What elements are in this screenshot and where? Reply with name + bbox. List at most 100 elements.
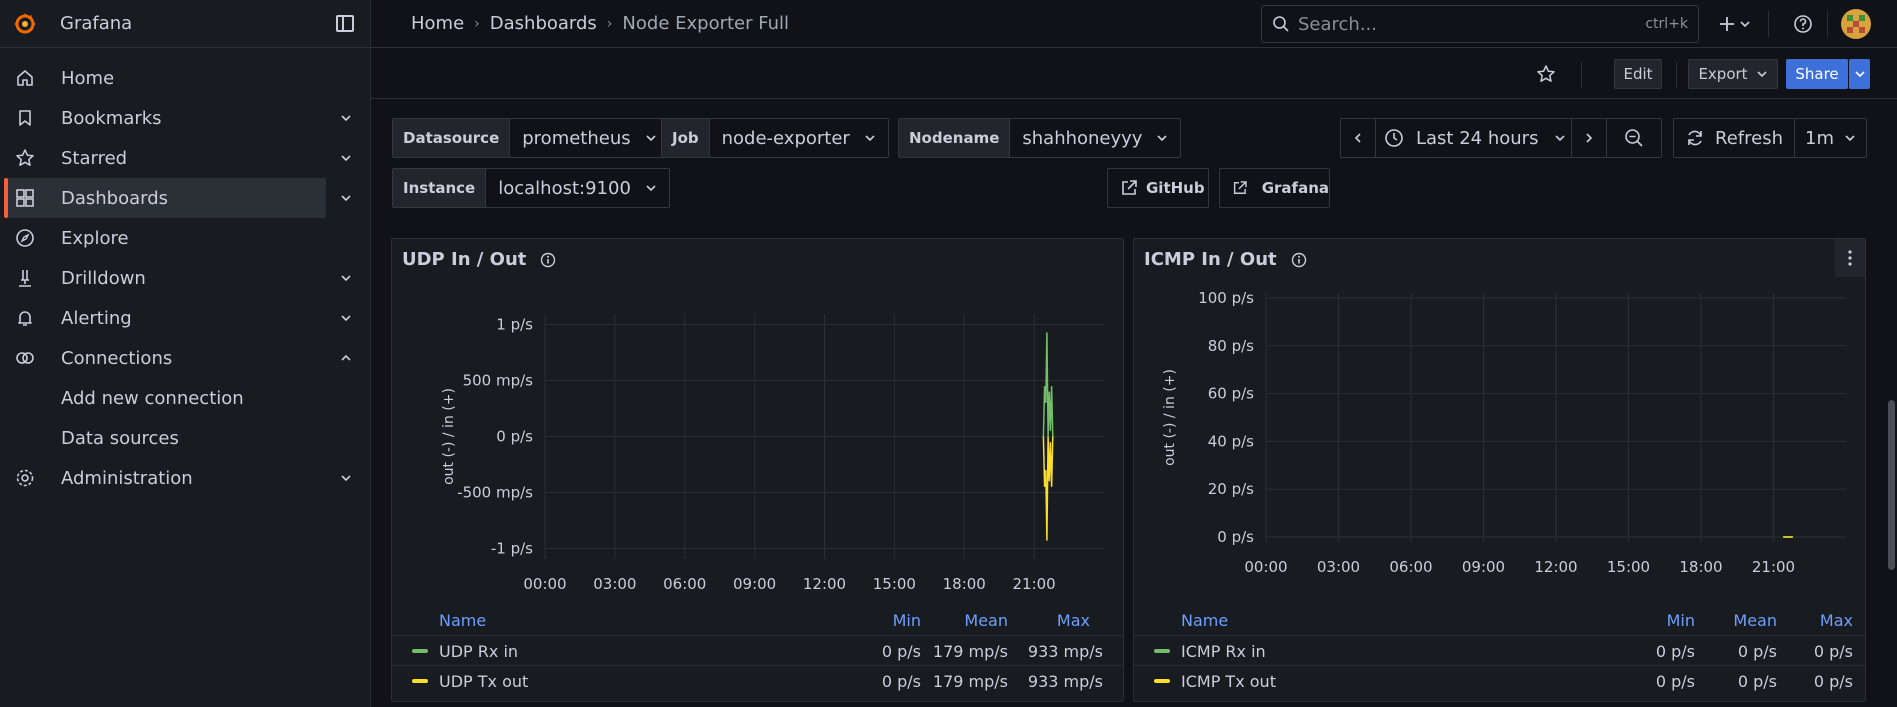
y-tick-label: 80 p/s (1208, 337, 1254, 355)
variable-label: Job (662, 119, 710, 157)
legend-col-name[interactable]: Name (439, 611, 486, 630)
info-icon[interactable] (540, 252, 556, 268)
legend-col-max[interactable]: Max (1057, 611, 1090, 630)
y-tick-label: 60 p/s (1208, 385, 1254, 403)
zoom-out-button[interactable] (1607, 119, 1661, 157)
chevron-down-icon[interactable] (339, 471, 353, 485)
sidebar-item-connections[interactable]: Connections (0, 338, 371, 378)
breadcrumb-dashboards[interactable]: Dashboards (490, 13, 597, 34)
chevron-left-icon (1354, 133, 1361, 143)
legend-series-name: UDP Rx in (439, 642, 519, 661)
variable-instance[interactable]: Instance localhost:9100 (392, 168, 670, 208)
sidebar-item-drilldown[interactable]: Drilldown (0, 258, 371, 298)
chevron-down-icon[interactable] (339, 271, 353, 285)
page-scrollbar[interactable] (1888, 400, 1895, 570)
legend-min: 0 p/s (1655, 642, 1695, 661)
variable-value-text: node-exporter (721, 127, 850, 149)
x-tick-label: 00:00 (1244, 558, 1287, 576)
variable-value[interactable]: shahhoneyyy (1010, 119, 1180, 157)
avatar[interactable] (1841, 9, 1871, 39)
help-icon[interactable] (1793, 14, 1813, 34)
panel-title: ICMP In / Out (1144, 249, 1307, 270)
share-button[interactable]: Share (1786, 59, 1848, 89)
legend-col-name[interactable]: Name (1181, 611, 1228, 630)
legend-col-mean[interactable]: Mean (964, 611, 1008, 630)
panel-icmp[interactable]: ICMP In / Out 100 p/s 80 p/s 60 p/s 40 p/s 2… (1133, 238, 1866, 702)
toolbar-divider (1827, 11, 1828, 37)
panel-menu-button[interactable] (1835, 239, 1865, 277)
sidebar-item-add-new-connection[interactable]: Add new connection (0, 378, 371, 418)
info-icon[interactable] (1291, 252, 1307, 268)
star-icon[interactable] (1536, 64, 1556, 84)
top-bar: Home › Dashboards › Node Exporter Full S… (371, 0, 1897, 48)
variable-label: Datasource (393, 119, 511, 157)
variable-value[interactable]: prometheus (510, 119, 668, 157)
edit-button[interactable]: Edit (1614, 59, 1662, 89)
legend-row[interactable]: UDP Tx out 0 p/s 179 mp/s 933 mp/s (392, 665, 1123, 695)
sidebar-item-label: Drilldown (61, 267, 146, 289)
chevron-down-icon[interactable] (339, 311, 353, 325)
legend-col-max[interactable]: Max (1820, 611, 1853, 630)
chevron-down-icon[interactable] (339, 151, 353, 165)
legend-col-min[interactable]: Min (893, 611, 921, 630)
refresh-button[interactable]: Refresh (1674, 119, 1795, 157)
sidebar-item-home[interactable]: Home (0, 58, 371, 98)
grafana-logo-icon[interactable] (12, 11, 38, 37)
sidebar-item-label: Starred (61, 147, 128, 169)
grafana-link[interactable]: Grafana (1219, 168, 1330, 208)
sidebar: Grafana Home Bookmarks Starred Dashboard… (0, 0, 371, 707)
toolbar-divider (1676, 62, 1677, 88)
new-plus-icon[interactable] (1719, 14, 1753, 34)
grafana-link-label: Grafana (1261, 179, 1329, 197)
variable-nodename[interactable]: Nodename shahhoneyyy (898, 118, 1182, 158)
search-input[interactable]: Search... ctrl+k (1261, 5, 1699, 43)
y-axis-label: out (-) / in (+) (1162, 369, 1178, 466)
sidebar-item-administration[interactable]: Administration (0, 458, 371, 498)
search-placeholder: Search... (1298, 13, 1378, 35)
legend-row[interactable]: ICMP Rx in 0 p/s 0 p/s 0 p/s (1134, 635, 1865, 665)
y-tick-label: 0 p/s (1217, 528, 1254, 546)
sidebar-item-bookmarks[interactable]: Bookmarks (0, 98, 371, 138)
chevron-up-icon[interactable] (339, 351, 353, 365)
legend-col-mean[interactable]: Mean (1733, 611, 1777, 630)
sidebar-item-dashboards[interactable]: Dashboards (4, 178, 351, 218)
sidebar-item-explore[interactable]: Explore (0, 218, 371, 258)
home-icon (15, 68, 35, 88)
bell-icon (15, 308, 35, 328)
variable-datasource[interactable]: Datasource prometheus (392, 118, 670, 158)
compass-icon (15, 228, 35, 248)
variable-job[interactable]: Job node-exporter (661, 118, 889, 158)
sidebar-item-alerting[interactable]: Alerting (0, 298, 371, 338)
share-options-button[interactable] (1849, 59, 1870, 89)
legend-row[interactable]: UDP Rx in 0 p/s 179 mp/s 933 mp/s (392, 635, 1123, 665)
legend-col-min[interactable]: Min (1667, 611, 1695, 630)
search-icon (1273, 16, 1289, 32)
sidebar-item-data-sources[interactable]: Data sources (0, 418, 371, 458)
udp-chart[interactable]: 1 p/s 500 mp/s 0 p/s -500 mp/s -1 p/s 00:00 03… (392, 279, 1125, 604)
chevron-down-icon[interactable] (339, 111, 353, 125)
export-button[interactable]: Export (1688, 59, 1778, 89)
variable-value-text: shahhoneyyy (1022, 127, 1143, 149)
time-range-button[interactable]: Last 24 hours (1376, 119, 1572, 157)
y-tick-label: 20 p/s (1208, 480, 1254, 498)
sidebar-item-starred[interactable]: Starred (0, 138, 371, 178)
variable-value[interactable]: node-exporter (710, 119, 888, 157)
github-link[interactable]: GitHub (1107, 168, 1209, 208)
chevron-down-icon[interactable] (339, 191, 353, 205)
time-picker: Last 24 hours (1340, 118, 1662, 158)
time-forward-button[interactable] (1572, 119, 1607, 157)
breadcrumb-separator-icon: › (606, 15, 613, 32)
chevron-down-icon (1555, 135, 1566, 142)
avatar-pattern-icon (1847, 15, 1865, 33)
refresh-interval-select[interactable]: 1m (1795, 119, 1866, 157)
time-back-button[interactable] (1341, 119, 1376, 157)
panel-udp[interactable]: UDP In / Out 1 p/s 500 mp/s 0 p/s -500 mp/s… (391, 238, 1124, 702)
sidebar-item-label: Explore (61, 227, 129, 249)
legend-row[interactable]: ICMP Tx out 0 p/s 0 p/s 0 p/s (1134, 665, 1865, 695)
variable-value[interactable]: localhost:9100 (486, 169, 669, 207)
variable-value-text: prometheus (522, 127, 631, 149)
star-icon (15, 148, 35, 168)
dock-menu-icon[interactable] (336, 15, 354, 32)
breadcrumb-home[interactable]: Home (411, 13, 464, 34)
icmp-chart[interactable]: 100 p/s 80 p/s 60 p/s 40 p/s 20 p/s 0 p/s 00:0… (1134, 279, 1867, 604)
